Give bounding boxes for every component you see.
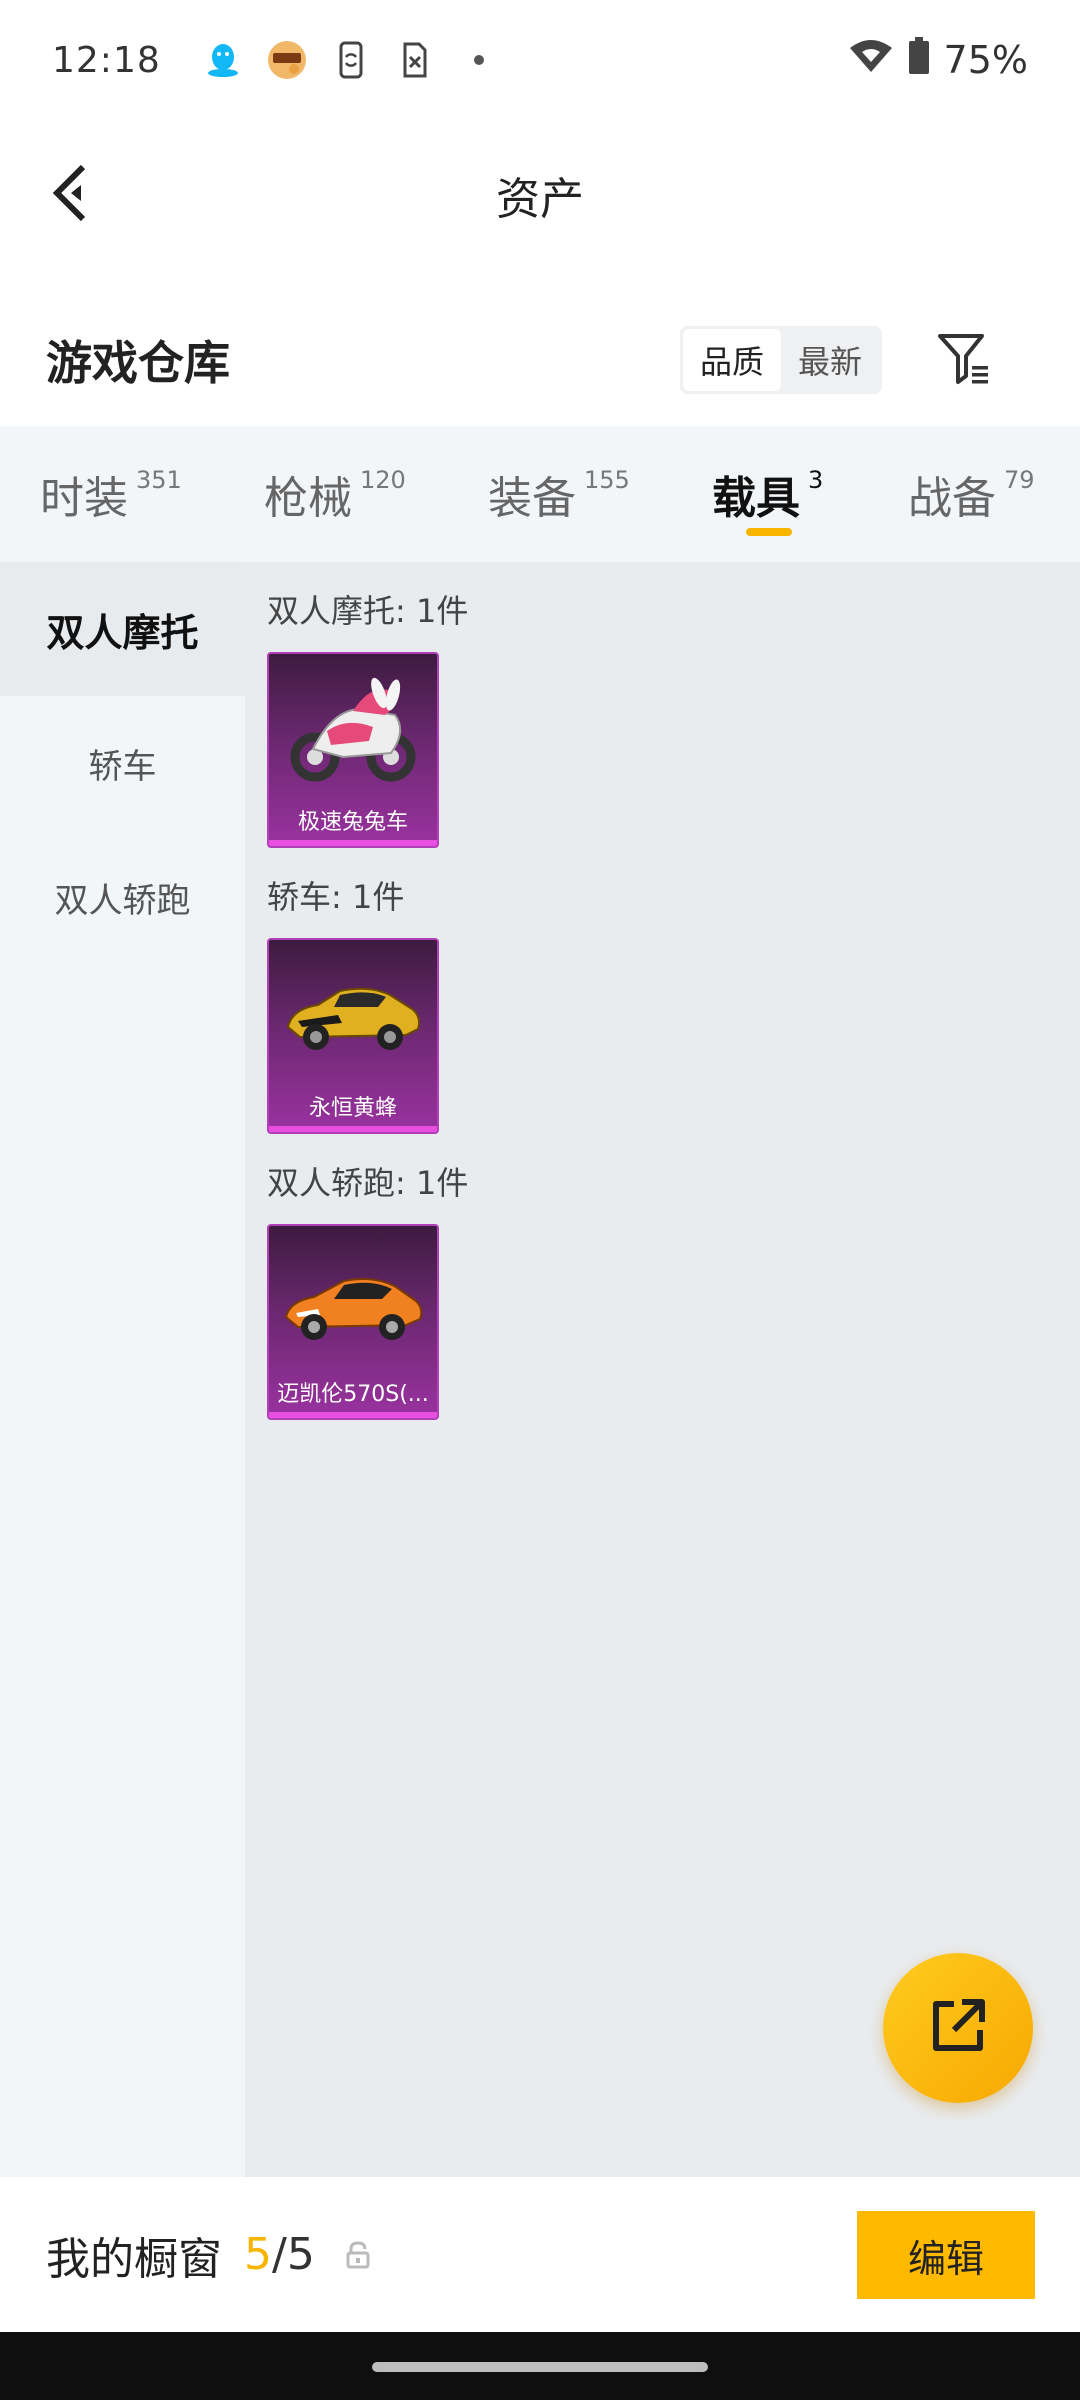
battery-icon: [908, 36, 930, 84]
dot-icon: [459, 40, 499, 80]
item-name: 极速兔兔车: [297, 810, 408, 835]
tab-label: 枪械: [264, 473, 352, 524]
page-title: 资产: [496, 174, 584, 225]
category-tabs: 时装 351 枪械 120 装备 155 载具 3 战备 79: [0, 426, 1080, 562]
battery-level: 75%: [943, 38, 1028, 82]
orange-car-image: [269, 1226, 437, 1376]
quality-bar: [269, 1126, 437, 1132]
tab-fashion[interactable]: 时装 351: [40, 462, 182, 526]
tab-count: 155: [584, 466, 630, 494]
tab-vehicles[interactable]: 载具 3: [712, 462, 823, 526]
tab-label: 载具: [712, 473, 800, 524]
quality-bar: [269, 840, 437, 846]
sidebar-item-two-seat-motorcycle[interactable]: 双人摩托: [0, 562, 245, 696]
group-title: 双人摩托: 1件: [267, 592, 469, 630]
item-card[interactable]: 迈凯伦570S(...: [267, 1224, 439, 1420]
tab-supplies[interactable]: 战备 79: [908, 462, 1035, 526]
quality-bar: [269, 1412, 437, 1418]
sidebar-item-coupe[interactable]: 双人轿跑: [0, 830, 245, 964]
sort-toggle: 品质 最新: [680, 326, 882, 394]
filter-icon: [936, 330, 992, 390]
showcase-separator: /: [272, 2229, 287, 2280]
showcase-max: 5: [286, 2229, 315, 2280]
edit-button[interactable]: 编辑: [857, 2211, 1035, 2299]
qq-icon: [203, 40, 243, 80]
motorcycle-image: [269, 654, 437, 804]
filter-button[interactable]: [930, 326, 998, 394]
sidebar-item-sedan[interactable]: 轿车: [0, 696, 245, 830]
share-external-icon: [926, 1994, 990, 2062]
wifi-icon: [848, 38, 894, 83]
item-name: 迈凯伦570S(...: [277, 1382, 429, 1407]
status-time: 12:18: [52, 39, 161, 81]
item-list: 双人摩托: 1件 极速兔兔车 轿车: 1件 永恒黄蜂 双人轿跑: 1件 迈凯伦5…: [245, 562, 1080, 2177]
share-fab[interactable]: [883, 1953, 1033, 2103]
tab-count: 351: [136, 466, 182, 494]
item-name: 永恒黄蜂: [308, 1096, 397, 1121]
active-tab-indicator: [746, 528, 792, 536]
sort-newest-button[interactable]: 最新: [781, 329, 879, 391]
tab-count: 79: [1004, 466, 1035, 494]
group-title: 双人轿跑: 1件: [267, 1164, 469, 1202]
chevron-left-icon: [51, 163, 91, 227]
no-sim-icon: [395, 40, 435, 80]
showcase-count: 5/5: [244, 2229, 315, 2280]
tab-label: 时装: [40, 473, 128, 524]
status-bar: 12:18 75%: [0, 0, 1080, 120]
tab-label: 装备: [488, 473, 576, 524]
sidebar: 双人摩托 轿车 双人轿跑: [0, 562, 245, 2177]
game-app-icon: [267, 40, 307, 80]
warehouse-header: 游戏仓库 品质 最新: [0, 300, 1080, 420]
tab-guns[interactable]: 枪械 120: [264, 462, 406, 526]
yellow-car-image: [269, 940, 437, 1090]
tab-label: 战备: [908, 473, 996, 524]
screen-rotate-icon: [331, 40, 371, 80]
item-card[interactable]: 永恒黄蜂: [267, 938, 439, 1134]
tab-count: 3: [808, 466, 824, 494]
warehouse-title: 游戏仓库: [46, 336, 230, 390]
tab-equipment[interactable]: 装备 155: [488, 462, 630, 526]
home-gesture-handle[interactable]: [372, 2362, 708, 2372]
item-card[interactable]: 极速兔兔车: [267, 652, 439, 848]
showcase-current: 5: [244, 2229, 272, 2280]
sort-quality-button[interactable]: 品质: [683, 329, 781, 391]
tab-count: 120: [360, 466, 406, 494]
group-title: 轿车: 1件: [267, 878, 405, 916]
system-nav-bar: [0, 2332, 1080, 2400]
back-button[interactable]: [36, 160, 106, 230]
showcase-label: 我的橱窗: [46, 2233, 222, 2285]
lock-icon: [343, 2240, 373, 2270]
title-bar: 资产: [0, 120, 1080, 270]
showcase-bar: 我的橱窗 5/5 编辑: [0, 2177, 1080, 2332]
